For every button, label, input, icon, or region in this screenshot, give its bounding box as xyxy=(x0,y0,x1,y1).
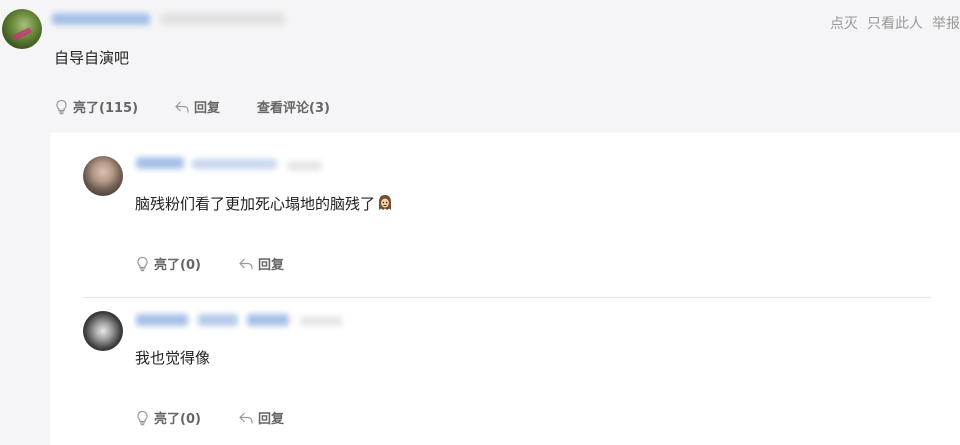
report-button[interactable]: 举报 xyxy=(932,16,960,32)
lightbulb-icon xyxy=(137,410,148,425)
reply-arrow-icon xyxy=(239,412,253,423)
reply-button[interactable]: 回复 xyxy=(174,97,220,116)
lightbulb-icon xyxy=(56,99,67,114)
divider xyxy=(83,297,931,298)
comment-actions: 点灭 只看此人 举报 xyxy=(821,13,960,33)
like-button[interactable]: 亮了(0) xyxy=(135,408,201,427)
username-blurred[interactable] xyxy=(247,314,289,326)
like-label: 亮了(115) xyxy=(73,101,139,116)
post-meta-blurred xyxy=(300,316,342,326)
post-meta-blurred xyxy=(287,161,322,171)
avatar[interactable] xyxy=(83,311,123,351)
view-comments-label: 查看评论(3) xyxy=(257,101,330,116)
ghost-face-emoji-icon xyxy=(379,195,392,210)
username-blurred[interactable] xyxy=(136,314,188,326)
reply-text: 脑残粉们看了更加死心塌地的脑残了 xyxy=(135,193,393,214)
view-comments-button[interactable]: 查看评论(3) xyxy=(257,97,330,116)
username-blurred[interactable] xyxy=(198,314,238,326)
reply-text: 我也觉得像 xyxy=(135,349,211,367)
username-blurred[interactable] xyxy=(52,13,150,25)
username-blurred[interactable] xyxy=(136,157,184,169)
dislike-button[interactable]: 点灭 xyxy=(830,16,858,32)
reply-button[interactable]: 回复 xyxy=(238,408,284,427)
reply-arrow-icon xyxy=(239,258,253,269)
comment-text: 自导自演吧 xyxy=(54,49,130,67)
avatar[interactable] xyxy=(83,156,123,196)
like-button[interactable]: 亮了(0) xyxy=(135,254,201,273)
replies-panel xyxy=(50,133,960,445)
lightbulb-icon xyxy=(137,256,148,271)
like-button[interactable]: 亮了(115) xyxy=(54,97,138,116)
reply-arrow-icon xyxy=(175,101,189,112)
reply-label: 回复 xyxy=(194,101,221,116)
avatar[interactable] xyxy=(2,9,42,49)
reply-label: 回复 xyxy=(258,258,285,273)
only-this-user-button[interactable]: 只看此人 xyxy=(867,16,923,32)
reply-label: 回复 xyxy=(258,412,285,427)
username-blurred[interactable] xyxy=(192,159,277,169)
post-meta-blurred xyxy=(160,13,285,25)
reply-button[interactable]: 回复 xyxy=(238,254,284,273)
like-label: 亮了(0) xyxy=(154,258,201,273)
like-label: 亮了(0) xyxy=(154,412,201,427)
